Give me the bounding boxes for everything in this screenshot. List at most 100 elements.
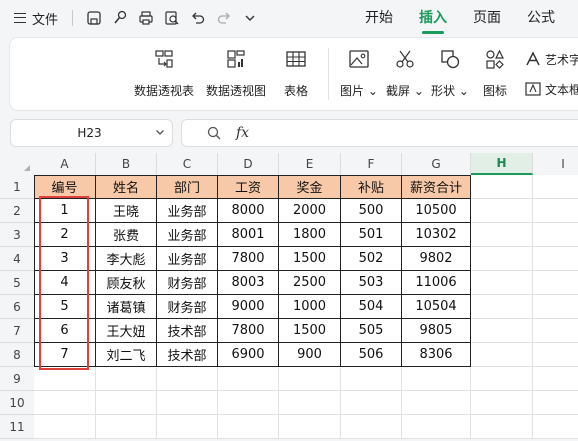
table-cell[interactable]: 李大彪	[96, 247, 157, 271]
formula-bar[interactable]: fx	[181, 119, 578, 147]
table-cell[interactable]: 财务部	[157, 295, 218, 319]
print-preview-icon[interactable]	[159, 5, 185, 31]
table-cell[interactable]: 4	[34, 271, 96, 295]
table-cell[interactable]	[471, 247, 533, 271]
wordart-button[interactable]: 艺术字	[524, 50, 578, 68]
table-cell[interactable]	[471, 295, 533, 319]
table-cell[interactable]	[34, 391, 96, 415]
table-cell[interactable]: 技术部	[157, 319, 218, 343]
column-header-f[interactable]: F	[341, 153, 402, 175]
column-header-e[interactable]: E	[279, 153, 341, 175]
table-cell[interactable]: 8306	[402, 343, 471, 367]
table-header-cell[interactable]: 补贴	[341, 175, 402, 199]
table-header-cell[interactable]: 部门	[157, 175, 218, 199]
format-painter-icon[interactable]	[107, 5, 133, 31]
table-cell[interactable]: 503	[341, 271, 402, 295]
row-header-6[interactable]: 6	[0, 295, 34, 319]
table-cell[interactable]	[533, 367, 578, 391]
table-cell[interactable]	[96, 415, 157, 439]
table-cell[interactable]: 1500	[279, 319, 341, 343]
table-cell[interactable]	[471, 343, 533, 367]
row-header-7[interactable]: 7	[0, 319, 34, 343]
row-header-11[interactable]: 11	[0, 415, 34, 439]
table-cell[interactable]	[341, 415, 402, 439]
row-header-1[interactable]: 1	[0, 175, 34, 199]
table-cell[interactable]	[218, 391, 279, 415]
table-header-cell[interactable]: 奖金	[279, 175, 341, 199]
table-cell[interactable]	[533, 319, 578, 343]
table-cell[interactable]	[533, 415, 578, 439]
table-button[interactable]: 表格	[283, 46, 309, 99]
table-cell[interactable]: 1000	[279, 295, 341, 319]
table-cell[interactable]	[471, 175, 533, 199]
select-all-corner[interactable]	[0, 153, 34, 175]
column-header-i[interactable]: I	[533, 153, 578, 175]
table-cell[interactable]: 财务部	[157, 271, 218, 295]
table-header-cell[interactable]: 薪资合计	[402, 175, 471, 199]
table-cell[interactable]	[533, 223, 578, 247]
table-cell[interactable]: 顾友秋	[96, 271, 157, 295]
table-cell[interactable]: 王晓	[96, 199, 157, 223]
chevron-down-icon[interactable]	[148, 127, 172, 140]
column-header-a[interactable]: A	[34, 153, 96, 175]
table-cell[interactable]	[402, 367, 471, 391]
table-cell[interactable]	[471, 319, 533, 343]
table-cell[interactable]	[402, 415, 471, 439]
table-cell[interactable]: 500	[341, 199, 402, 223]
table-cell[interactable]: 900	[279, 343, 341, 367]
table-cell[interactable]: 诸葛镇	[96, 295, 157, 319]
undo-icon[interactable]	[185, 5, 211, 31]
fx-icon[interactable]: fx	[236, 125, 249, 141]
table-cell[interactable]: 1500	[279, 247, 341, 271]
icon-button[interactable]: 图标	[482, 46, 508, 99]
cells-area[interactable]: 编号 姓名 部门 工资 奖金 补贴 薪资合计 1 王晓 业务部 8000 2000 500 10500 2 张…	[34, 175, 578, 439]
textbox-button[interactable]: 文本框	[524, 80, 578, 98]
table-cell[interactable]	[157, 415, 218, 439]
tab-insert[interactable]: 插入	[406, 0, 460, 36]
table-cell[interactable]: 6900	[218, 343, 279, 367]
column-header-h[interactable]: H	[471, 153, 533, 175]
table-cell[interactable]: 7800	[218, 319, 279, 343]
table-cell[interactable]: 王大妞	[96, 319, 157, 343]
table-cell[interactable]	[157, 367, 218, 391]
table-cell[interactable]: 5	[34, 295, 96, 319]
table-cell[interactable]: 刘二飞	[96, 343, 157, 367]
save-icon[interactable]	[81, 5, 107, 31]
table-cell[interactable]	[218, 367, 279, 391]
table-header-cell[interactable]: 编号	[34, 175, 96, 199]
table-cell[interactable]	[279, 415, 341, 439]
table-cell[interactable]: 502	[341, 247, 402, 271]
table-cell[interactable]	[471, 271, 533, 295]
column-header-g[interactable]: G	[402, 153, 471, 175]
shape-button[interactable]: 形状 ⌄	[431, 46, 469, 99]
table-header-cell[interactable]: 姓名	[96, 175, 157, 199]
table-cell[interactable]	[533, 391, 578, 415]
table-cell[interactable]: 6	[34, 319, 96, 343]
table-cell[interactable]	[533, 247, 578, 271]
table-cell[interactable]	[279, 391, 341, 415]
table-cell[interactable]	[533, 271, 578, 295]
table-cell[interactable]: 8001	[218, 223, 279, 247]
table-cell[interactable]	[218, 415, 279, 439]
row-header-2[interactable]: 2	[0, 199, 34, 223]
table-cell[interactable]	[533, 175, 578, 199]
table-cell[interactable]	[471, 391, 533, 415]
pivot-table-button[interactable]: 数据透视表	[134, 46, 194, 99]
table-cell[interactable]: 506	[341, 343, 402, 367]
table-cell[interactable]	[341, 367, 402, 391]
table-cell[interactable]: 9000	[218, 295, 279, 319]
table-cell[interactable]: 业务部	[157, 199, 218, 223]
table-cell[interactable]: 10302	[402, 223, 471, 247]
row-header-4[interactable]: 4	[0, 247, 34, 271]
print-icon[interactable]	[133, 5, 159, 31]
table-cell[interactable]: 2	[34, 223, 96, 247]
tab-formula[interactable]: 公式	[514, 0, 568, 36]
table-cell[interactable]: 1800	[279, 223, 341, 247]
column-header-d[interactable]: D	[218, 153, 279, 175]
tab-page[interactable]: 页面	[460, 0, 514, 36]
column-header-b[interactable]: B	[96, 153, 157, 175]
table-cell[interactable]: 业务部	[157, 247, 218, 271]
chevron-down-icon[interactable]	[237, 5, 263, 31]
table-cell[interactable]: 11006	[402, 271, 471, 295]
table-cell[interactable]: 2500	[279, 271, 341, 295]
